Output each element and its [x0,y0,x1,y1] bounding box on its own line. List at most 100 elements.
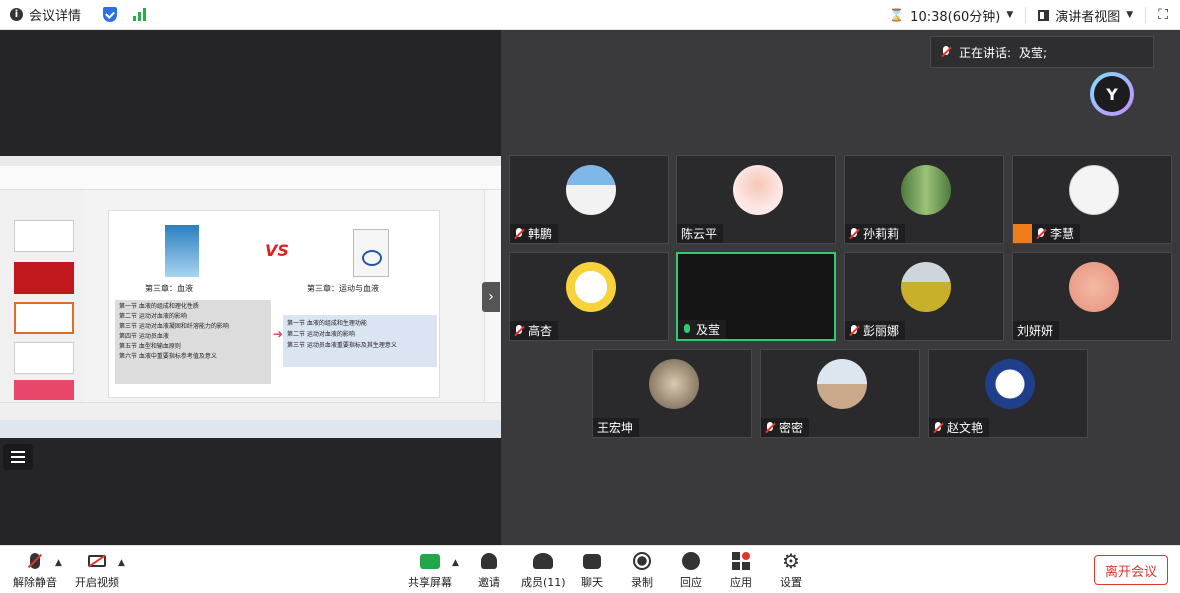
windows-taskbar [0,420,501,438]
participant-name: 赵文艳 [947,421,984,435]
avatar [901,262,951,312]
participant-nameplate: 孙莉莉 [845,224,906,243]
app-ribbon [0,166,501,190]
participant-nameplate: 赵文艳 [929,418,990,437]
menu-list-button[interactable] [3,444,33,470]
speaking-names: 及莹; [1019,45,1048,60]
members-label: 成员(11) [521,576,566,589]
info-icon[interactable]: i [10,8,23,21]
chevron-down-icon[interactable]: ▼ [1126,10,1133,20]
participant-tile[interactable]: 密密 [760,349,920,438]
shared-screen-content: VS 第三章：血液 第三章：运动与血液 第一节 血液的组成和理化性质 第二节 运… [0,156,501,438]
participant-tile[interactable]: 刘妍妍 [1012,252,1172,341]
network-signal-icon[interactable] [133,8,147,21]
meeting-details-button[interactable]: 会议详情 [29,5,81,24]
start-video-label: 开启视频 [75,576,119,589]
chat-label: 聊天 [581,576,603,589]
muted-mic-icon [1036,227,1046,240]
record-button[interactable]: 录制 [631,550,653,590]
list-item: 第二节 运动对血液的影响 [119,313,187,320]
participant-tile[interactable]: 赵文艳 [928,349,1088,438]
unmute-label: 解除静音 [13,576,57,589]
participant-tile-active-speaker[interactable]: 及莹 [676,252,836,341]
list-item: 第五节 血型和输血原则 [119,343,181,350]
participant-name: 密密 [779,421,804,435]
slide-thumbnail[interactable] [14,262,74,294]
participant-name: 彭丽娜 [863,324,900,338]
settings-label: 设置 [780,576,802,589]
slide-thumbnail[interactable] [14,220,74,252]
apps-button[interactable]: 应用 [730,550,752,590]
muted-mic-icon [941,46,951,58]
meeting-control-bar: 解除静音 ▲ 开启视频 ▲ 共享屏幕 ▲ 邀请 成员(11) 聊天 录制 回应 … [0,545,1180,593]
participant-tile[interactable]: 孙莉莉 [844,155,1004,244]
avatar [1069,165,1119,215]
chevron-up-icon[interactable]: ▲ [452,558,459,568]
list-item: 第一节 血液的组成和理化性质 [119,303,199,310]
participant-nameplate: 密密 [761,418,810,437]
vs-label: VS [265,241,289,260]
layout-icon [1038,9,1050,21]
participant-tile[interactable]: 彭丽娜 [844,252,1004,341]
thumbnail-panel [0,190,84,402]
list-item: 第四节 运动员血液 [119,333,169,340]
hourglass-icon: ⌛ [889,8,905,22]
host-badge-icon [1013,224,1032,243]
meeting-timer[interactable]: 10:38(60分钟) [910,6,1000,25]
participant-nameplate: 刘妍妍 [1013,321,1060,340]
chat-icon [583,550,601,572]
app-titlebar [0,156,501,166]
participant-name: 孙莉莉 [863,227,900,241]
avatar [985,359,1035,409]
video-off-icon [88,550,106,572]
list-item: 第二节 运动对血液的影响 [287,331,355,338]
participant-tile[interactable]: 韩鹏 [509,155,669,244]
chevron-up-icon[interactable]: ▲ [118,558,125,568]
add-user-icon [481,550,497,572]
share-screen-button[interactable]: 共享屏幕 [408,550,452,590]
arrow-icon: ➜ [273,327,284,341]
list-item: 第三节 运动对血液凝固和纤溶能力的影响 [119,323,229,330]
host-avatar[interactable]: Y [1090,72,1134,116]
participant-tile[interactable]: 王宏坤 [592,349,752,438]
slide-thumbnail[interactable] [14,380,74,400]
book-cover-left [165,225,199,277]
participant-tile[interactable]: 高杏 [509,252,669,341]
react-button[interactable]: 回应 [680,550,702,590]
participant-nameplate: 王宏坤 [593,418,640,437]
muted-mic-icon [514,227,524,240]
settings-button[interactable]: ⚙ 设置 [780,549,802,590]
participant-nameplate: 及莹 [678,320,727,339]
active-speaker-banner: 正在讲话: 及莹; [930,36,1154,68]
fullscreen-icon[interactable]: ⛶ [1158,7,1168,23]
security-shield-icon[interactable] [103,7,118,22]
chevron-up-icon[interactable]: ▲ [55,558,62,568]
logo-icon: Y [1094,76,1130,112]
members-button[interactable]: 成员(11) [521,550,566,590]
slide-thumbnail[interactable] [14,302,74,334]
slide-canvas: VS 第三章：血液 第三章：运动与血液 第一节 血液的组成和理化性质 第二节 运… [108,210,440,398]
unmute-button[interactable]: 解除静音 [13,550,57,590]
participant-tile[interactable]: 陈云平 [676,155,836,244]
start-video-button[interactable]: 开启视频 [75,550,119,590]
avatar [1069,262,1119,312]
participant-nameplate: 李慧 [1013,224,1081,243]
avatar [901,165,951,215]
collapse-panel-button[interactable]: › [482,282,500,312]
chat-button[interactable]: 聊天 [581,550,603,590]
book-cover-right [353,229,389,277]
record-label: 录制 [631,576,653,589]
slide-thumbnail[interactable] [14,342,74,374]
participant-name: 高杏 [528,324,553,338]
avatar [649,359,699,409]
muted-mic-icon [514,324,524,337]
participant-nameplate: 陈云平 [677,224,724,243]
chevron-down-icon[interactable]: ▼ [1006,10,1013,20]
share-screen-label: 共享屏幕 [408,576,452,589]
muted-mic-icon [849,227,859,240]
participant-tile[interactable]: 李慧 [1012,155,1172,244]
invite-button[interactable]: 邀请 [478,550,500,590]
view-mode-button[interactable]: 演讲者视图 [1055,6,1120,25]
participant-name: 李慧 [1050,227,1075,241]
leave-meeting-button[interactable]: 离开会议 [1094,555,1168,585]
